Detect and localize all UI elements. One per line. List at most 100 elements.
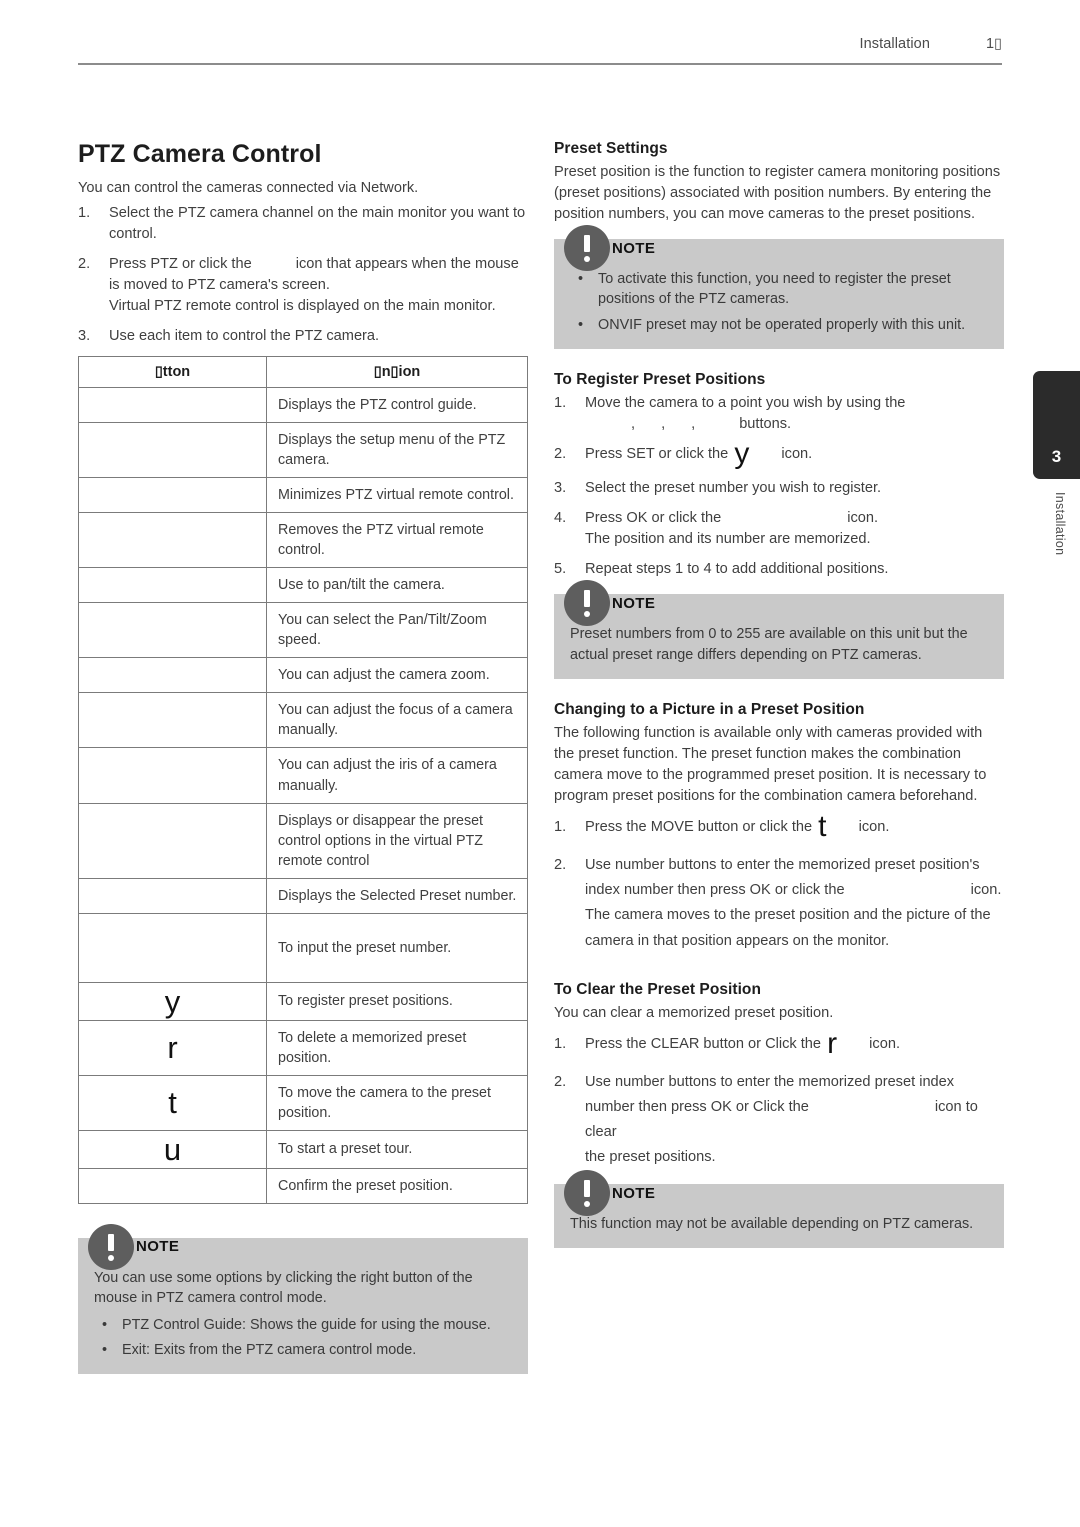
move-icon: t [818,810,827,844]
button-icon-cell [78,802,267,879]
left-column: PTZ Camera Control You can control the c… [78,140,528,1375]
step-extra-line: Virtual PTZ remote control is displayed … [109,298,496,314]
button-icon-cell [78,512,267,569]
table-row: y To register preset positions. [78,981,528,1021]
step-text-before-icon: Press the CLEAR button or Click the [585,1035,822,1052]
button-icon-cell: y [78,981,267,1021]
step-marker: 3. [554,480,567,497]
exclamation-icon [564,225,610,271]
function-cell: Displays the setup menu of the PTZ camer… [266,422,528,479]
step-text: Move the camera to a point you wish by u… [585,395,906,412]
register-preset-steps: 1. Move the camera to a point you wish b… [554,393,1004,580]
step-extra-line: The position and its number are memorize… [585,531,871,548]
button-icon-cell [78,657,267,694]
function-cell: Confirm the preset position. [266,1167,528,1204]
button-icon-cell [78,477,267,514]
bullet-dot: • [102,1342,108,1359]
step-marker: 1. [554,395,567,412]
step-text-after-icon: icon. [847,510,879,527]
step-text-before-icon: Press SET or click the [585,446,729,463]
step-text-line-3: The camera moves to the preset position … [585,907,991,949]
bullet-dot: • [102,1316,108,1333]
button-icon-cell [78,387,267,424]
list-item: 2. Use number buttons to enter the memor… [554,853,1004,953]
step-text-line-3: the preset positions. [585,1148,716,1165]
changing-picture-paragraph: The following function is available only… [554,725,987,805]
list-item: 3. Select the preset number you wish to … [554,478,1004,499]
step-text-line-2: number then press OK or Click the icon to… [585,1095,1004,1145]
note-header: NOTE [564,225,655,271]
ptz-steps-list: 1. Select the PTZ camera channel on the … [78,203,528,347]
function-cell: Minimizes PTZ virtual remote control. [266,477,528,514]
step-text-after-icon: icon. [858,819,890,836]
button-function-table: ▯tton ▯n▯ion Displays the PTZ control gu… [78,355,528,1204]
list-item: 2. Press PTZ or click the icon that appea… [78,254,528,317]
list-item: 5. Repeat steps 1 to 4 to add additional… [554,559,1004,580]
step-text-line-2-after-icon: icon. [970,882,1002,899]
list-item: • To activate this function, you need to … [570,269,988,310]
running-header: Installation 1▯ [78,36,1002,52]
function-cell: Use to pan/tilt the camera. [266,567,528,604]
button-icon-cell [78,877,267,914]
function-cell: To start a preset tour. [266,1129,528,1169]
exclamation-icon [564,1170,610,1217]
step-text: Select the preset number you wish to reg… [585,480,882,497]
note-box-availability: NOTE This function may not be available … [554,1170,1004,1249]
table-row: r To delete a memorized preset position. [78,1019,528,1076]
step-marker: 2. [78,256,91,272]
bullet-dot: • [578,316,584,333]
step-text-line-1: Use number buttons to enter the memorize… [585,1073,955,1090]
list-item: 4. Press OK or click the icon. The positi… [554,508,1004,550]
table-body: Displays the PTZ control guide. Displays… [78,387,528,1204]
list-item: 1. Select the PTZ camera channel on the … [78,203,528,245]
step-text-after-icon: icon. [869,1035,900,1052]
table-row: t To move the camera to the preset positi… [78,1074,528,1131]
table-header-row: ▯tton ▯n▯ion [78,355,528,389]
chapter-tab-label: Installation [1053,492,1067,556]
list-item: 1. Move the camera to a point you wish b… [554,393,1004,435]
step-text-before-icon: Press OK or click the [585,510,722,527]
step-text-line-2-before-icon: number then press OK or Click the [585,1098,809,1115]
note-title: NOTE [612,239,656,257]
header-page-number: 1▯ [985,36,1002,52]
function-cell: You can adjust the camera zoom. [266,657,528,694]
step-marker: 5. [554,561,567,578]
changing-picture-title: Changing to a Picture in a Preset Positi… [554,701,865,719]
step-marker: 1. [554,1035,567,1052]
table-row: Displays the PTZ control guide. [78,387,528,424]
set-icon: y [734,437,750,471]
list-item: 2. Press SET or click the y icon. [554,439,1004,469]
preset-settings-title: Preset Settings [554,140,668,157]
bullet-text: ONVIF preset may not be operated properl… [598,316,966,333]
table-row: Displays or disappear the preset control… [78,802,528,879]
note-paragraph: Preset numbers from 0 to 255 are availab… [570,626,968,663]
step-text: Repeat steps 1 to 4 to add additional po… [585,561,889,578]
note-box-preset-activation: NOTE • To activate this function, you nee… [554,225,1004,350]
button-icon-cell: t [78,1074,267,1131]
note-box-preset-range: NOTE Preset numbers from 0 to 255 are av… [554,580,1004,680]
button-icon-cell [78,567,267,604]
step-marker: 1. [78,205,91,221]
note-title: NOTE [612,1184,656,1202]
bullet-text: Exit: Exits from the PTZ camera control … [122,1342,417,1359]
table-row: Use to pan/tilt the camera. [78,567,528,604]
button-icon-cell [78,912,267,983]
step-text-line-2: index number then press OK or click the i… [585,878,1004,903]
step-marker: 2. [554,857,567,874]
intro-text: You can control the cameras connected vi… [78,180,419,196]
note-bullet-list: • To activate this function, you need to … [570,269,988,335]
icon-separator: , [661,416,666,433]
icon-separator: , [691,416,696,433]
bullet-dot: • [578,271,584,287]
step-icon-line: ,,, buttons. [585,414,1004,435]
note-paragraph: This function may not be available depen… [570,1216,974,1233]
table-header-button: ▯tton [78,355,267,389]
step-marker: 2. [554,446,567,463]
bullet-text: PTZ Control Guide: Shows the guide for u… [122,1316,491,1333]
button-icon-cell [78,747,267,804]
step-marker: 2. [554,1073,567,1090]
function-cell: To input the preset number. [266,912,528,983]
chapter-tab-number: 3 [1051,447,1062,466]
function-cell: Displays the Selected Preset number. [266,877,528,914]
changing-picture-steps: 1. Press the MOVE button or click the t … [554,812,1004,953]
